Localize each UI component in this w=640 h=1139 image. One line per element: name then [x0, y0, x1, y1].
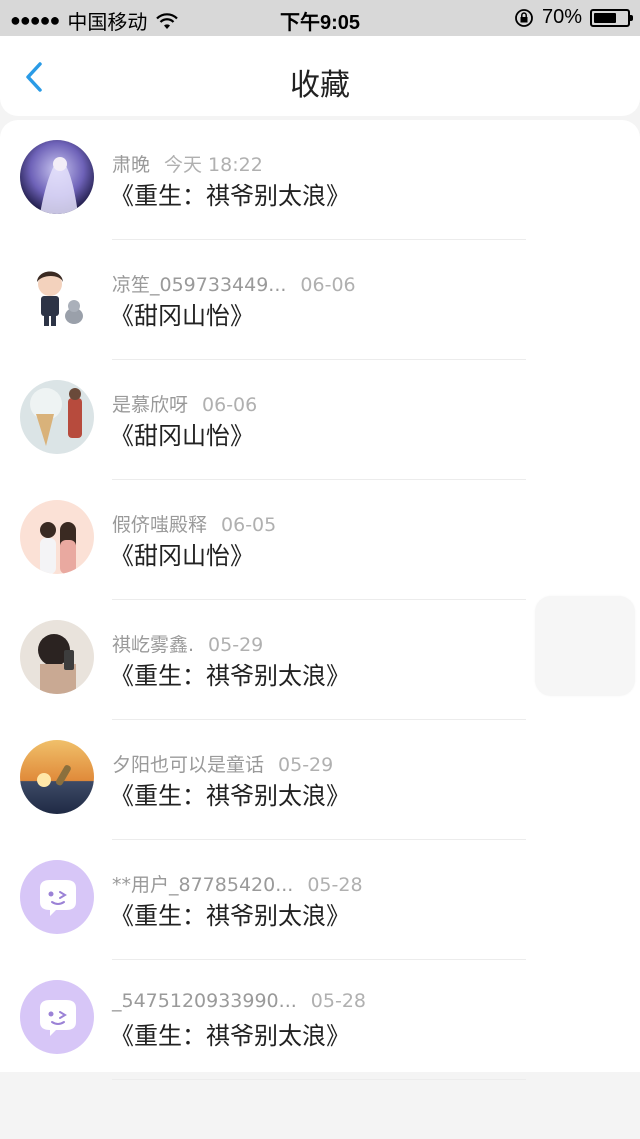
avatar[interactable]	[20, 980, 94, 1054]
book-title[interactable]: 《甜冈山怡》	[110, 536, 254, 571]
avatar[interactable]	[20, 380, 94, 454]
avatar[interactable]	[20, 860, 94, 934]
username[interactable]: **用户_87785420...	[112, 874, 293, 896]
username[interactable]: 是慕欣呀	[112, 394, 188, 416]
timestamp: 05-29	[278, 754, 334, 776]
avatar[interactable]	[20, 740, 94, 814]
timestamp: 06-06	[202, 394, 258, 416]
timestamp: 05-28	[307, 874, 363, 896]
book-title[interactable]: 《重生：祺爷别太浪》	[110, 776, 350, 811]
avatar[interactable]	[20, 260, 94, 334]
favorites-list: 肃晚 今天 18:22 《重生：祺爷别太浪》 凉笙_059733449... 06-06…	[0, 120, 640, 1080]
book-title[interactable]: 《重生：祺爷别太浪》	[110, 176, 350, 211]
timestamp: 06-06	[300, 274, 356, 296]
battery-percent: 70%	[541, 6, 582, 28]
timestamp: 05-29	[208, 634, 264, 656]
divider	[112, 1079, 526, 1080]
item-meta: 是慕欣呀 06-06	[112, 390, 257, 417]
favorite-item[interactable]: 夕阳也可以是童话 05-29 《重生：祺爷别太浪》	[0, 720, 640, 840]
battery-level-fill	[594, 12, 617, 23]
page-title: 收藏	[290, 68, 350, 103]
favorite-item[interactable]: _5475120933990... 05-28 《重生：祺爷别太浪》	[0, 960, 640, 1080]
battery-icon	[590, 8, 633, 27]
favorite-item[interactable]: 假侪嗤殿释 06-05 《甜冈山怡》	[0, 480, 640, 600]
item-meta: 凉笙_059733449... 06-06	[112, 270, 356, 297]
username[interactable]: _5475120933990...	[112, 990, 297, 1012]
item-meta: 祺屹雾鑫. 05-29	[112, 630, 263, 657]
avatar[interactable]	[20, 620, 94, 694]
favorite-item[interactable]: 是慕欣呀 06-06 《甜冈山怡》	[0, 360, 640, 480]
username[interactable]: 肃晚	[112, 154, 150, 176]
favorite-item[interactable]: **用户_87785420... 05-28 《重生：祺爷别太浪》	[0, 840, 640, 960]
avatar[interactable]	[20, 500, 94, 574]
book-title[interactable]: 《重生：祺爷别太浪》	[110, 896, 350, 931]
username[interactable]: 假侪嗤殿释	[112, 514, 207, 536]
status-right: 70%	[514, 6, 633, 29]
favorite-item[interactable]: 凉笙_059733449... 06-06 《甜冈山怡》	[0, 240, 640, 360]
avatar[interactable]	[20, 140, 94, 214]
item-meta: 夕阳也可以是童话 05-29	[112, 750, 333, 777]
username[interactable]: 夕阳也可以是童话	[112, 754, 264, 776]
item-meta: **用户_87785420... 05-28	[112, 870, 363, 897]
timestamp: 05-28	[310, 990, 366, 1012]
book-title[interactable]: 《甜冈山怡》	[110, 416, 254, 451]
favorite-item[interactable]: 肃晚 今天 18:22 《重生：祺爷别太浪》	[0, 120, 640, 240]
status-bar: ●●●●● 中国移动 下午9:05 70%	[0, 0, 640, 36]
rotation-lock-icon	[515, 8, 533, 27]
username[interactable]: 祺屹雾鑫.	[112, 634, 194, 656]
item-meta: _5475120933990... 05-28	[112, 990, 366, 1012]
timestamp: 06-05	[221, 514, 277, 536]
book-title[interactable]: 《重生：祺爷别太浪》	[110, 1016, 350, 1051]
item-meta: 肃晚 今天 18:22	[112, 150, 263, 177]
nav-bar: 收藏	[0, 36, 640, 116]
username[interactable]: 凉笙_059733449...	[112, 274, 286, 296]
book-title[interactable]: 《甜冈山怡》	[110, 296, 254, 331]
timestamp: 今天 18:22	[164, 154, 263, 176]
book-title[interactable]: 《重生：祺爷别太浪》	[110, 656, 350, 691]
floating-button[interactable]	[535, 596, 635, 696]
item-meta: 假侪嗤殿释 06-05	[112, 510, 276, 537]
